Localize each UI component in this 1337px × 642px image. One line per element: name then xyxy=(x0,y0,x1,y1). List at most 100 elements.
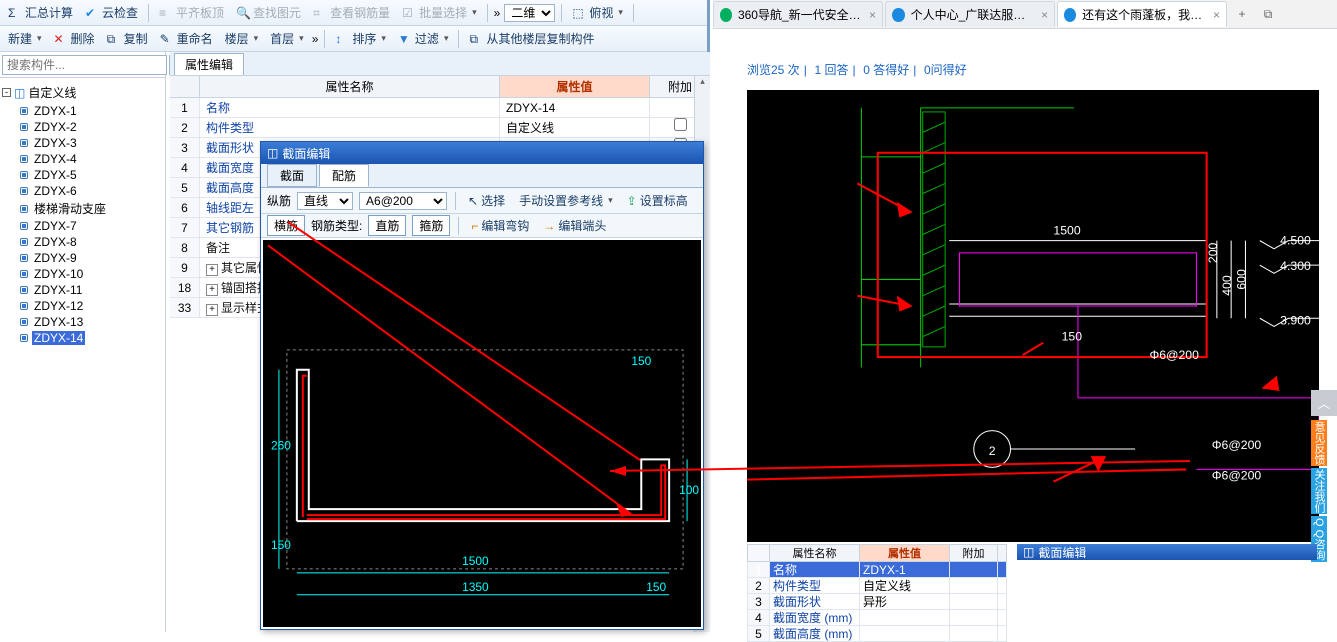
sum-calc-button[interactable]: Σ汇总计算 xyxy=(4,2,77,23)
mini-section-titlebar[interactable]: ◫ 截面编辑 xyxy=(1017,544,1317,560)
row-value[interactable]: 自定义线 xyxy=(500,118,650,137)
align-top-label: 平齐板顶 xyxy=(176,4,224,21)
mini-row[interactable]: 1名称ZDYX-1 xyxy=(747,562,1007,578)
tree-item[interactable]: ZDYX-4 xyxy=(20,151,163,167)
mini-row-val[interactable]: ZDYX-1 xyxy=(860,562,950,577)
tree-item[interactable]: ZDYX-11 xyxy=(20,282,163,298)
mini-row-name: 截面宽度 (mm) xyxy=(770,610,860,625)
align-top-button[interactable]: ≡平齐板顶 xyxy=(155,2,228,23)
rebar-spec-combo[interactable]: A6@200 xyxy=(359,192,447,210)
mini-row-add[interactable] xyxy=(950,610,998,625)
edit-end-button[interactable]: →编辑端头 xyxy=(539,215,610,236)
browser-tab-1[interactable]: 360导航_新一代安全上网… × xyxy=(713,1,883,27)
filter-button[interactable]: ▼过滤 xyxy=(394,28,453,49)
lookdown-label: 俯视 xyxy=(589,4,613,21)
straight-rebar-button[interactable]: 直筋 xyxy=(368,215,406,236)
copy-from-other-button[interactable]: ⧉从其他楼层复制构件 xyxy=(465,28,598,49)
line-icon: ◫ xyxy=(14,86,25,100)
close-icon[interactable]: × xyxy=(1041,8,1048,22)
mini-row-add[interactable] xyxy=(950,562,998,577)
property-row[interactable]: 2构件类型自定义线 xyxy=(170,118,710,138)
mini-row-val[interactable]: 异形 xyxy=(860,594,950,609)
tree-item[interactable]: ZDYX-5 xyxy=(20,167,163,183)
section-editor-titlebar[interactable]: ◫ 截面编辑 xyxy=(261,142,703,164)
cloud-check-button[interactable]: ✔云检查 xyxy=(81,2,142,23)
tree-item[interactable]: ZDYX-13 xyxy=(20,314,163,330)
tree-item-label: ZDYX-13 xyxy=(32,315,85,329)
copy-button[interactable]: ⧉复制 xyxy=(103,28,152,49)
tab-section[interactable]: 截面 xyxy=(267,164,317,187)
row-name: 名称 xyxy=(200,98,500,117)
tree-item[interactable]: ZDYX-3 xyxy=(20,135,163,151)
mini-row-add[interactable] xyxy=(950,578,998,593)
delete-button[interactable]: ✕删除 xyxy=(50,28,99,49)
collapse-icon[interactable]: - xyxy=(2,88,11,97)
sort-button[interactable]: ↕排序 xyxy=(331,28,390,49)
lookdown-button[interactable]: ⬚俯视 xyxy=(568,2,627,23)
sort-icon: ↕ xyxy=(335,32,349,46)
view-mode-combo[interactable]: 二维 xyxy=(504,4,555,22)
property-row[interactable]: 1名称ZDYX-14 xyxy=(170,98,710,118)
batch-select-button[interactable]: ☑批量选择 xyxy=(398,2,481,23)
floor-button[interactable]: 楼层 xyxy=(221,28,263,49)
addon-checkbox[interactable] xyxy=(674,118,687,131)
node-icon xyxy=(20,318,28,326)
expand-icon[interactable]: + xyxy=(206,284,218,296)
search-input[interactable] xyxy=(2,55,167,75)
browser-tabstrip: 360导航_新一代安全上网… × 个人中心_广联达服务新… × 还有这个雨蓬板，… xyxy=(713,0,1337,29)
mini-row[interactable]: 2构件类型自定义线 xyxy=(747,578,1007,594)
row-value[interactable]: ZDYX-14 xyxy=(500,98,650,117)
tree-item[interactable]: ZDYX-12 xyxy=(20,298,163,314)
tree-item[interactable]: ZDYX-1 xyxy=(20,103,163,119)
new-tab-button[interactable]: + xyxy=(1229,7,1255,21)
tree-item[interactable]: ZDYX-14 xyxy=(20,330,163,346)
tree-root[interactable]: - ◫ 自定义线 xyxy=(2,82,163,103)
feedback-chip[interactable]: 意见反馈 xyxy=(1311,420,1327,466)
mini-row[interactable]: 5截面高度 (mm) xyxy=(747,626,1007,642)
mini-row[interactable]: 4截面宽度 (mm) xyxy=(747,610,1007,626)
tree-item[interactable]: ZDYX-8 xyxy=(20,234,163,250)
section-canvas[interactable]: 260 150 1500 150 100 1350 150 xyxy=(263,240,701,627)
mini-row-val[interactable] xyxy=(860,610,950,625)
svg-text:150: 150 xyxy=(271,538,291,552)
row-number: 1 xyxy=(170,98,200,117)
manual-ref-button[interactable]: 手动设置参考线 xyxy=(515,190,617,211)
node-icon xyxy=(20,123,28,131)
hoop-rebar-button[interactable]: 箍筋 xyxy=(412,215,450,236)
line-type-combo[interactable]: 直线 xyxy=(297,192,353,210)
create-button[interactable]: 新建 xyxy=(4,28,46,49)
mini-row-val[interactable] xyxy=(860,626,950,641)
browser-tab-3[interactable]: 还有这个雨蓬板，我用自… × xyxy=(1057,1,1227,27)
mini-row-val[interactable]: 自定义线 xyxy=(860,578,950,593)
close-icon[interactable]: × xyxy=(869,8,876,22)
mini-row-add[interactable] xyxy=(950,626,998,641)
follow-chip[interactable]: 关注我们 xyxy=(1311,468,1327,514)
find-element-button[interactable]: 🔍查找图元 xyxy=(232,2,305,23)
hengtie-button[interactable]: 横筋 xyxy=(267,215,305,236)
tree-item[interactable]: ZDYX-7 xyxy=(20,218,163,234)
view-rebar-button[interactable]: ⌗查看钢筋量 xyxy=(309,2,394,23)
rename-button[interactable]: ✎重命名 xyxy=(156,28,217,49)
first-floor-button[interactable]: 首层 xyxy=(266,28,308,49)
expand-icon[interactable]: + xyxy=(206,304,218,316)
property-tab[interactable]: 属性编辑 xyxy=(174,53,244,75)
set-elevation-button[interactable]: ⇪设置标高 xyxy=(623,190,692,211)
mini-row-add[interactable] xyxy=(950,594,998,609)
edit-bend-button[interactable]: ⌐编辑弯钩 xyxy=(467,215,533,236)
mini-row[interactable]: 3截面形状异形 xyxy=(747,594,1007,610)
browser-pane: 360导航_新一代安全上网… × 个人中心_广联达服务新… × 还有这个雨蓬板，… xyxy=(713,0,1337,632)
close-icon[interactable]: × xyxy=(1213,8,1220,22)
tree-item[interactable]: ZDYX-10 xyxy=(20,266,163,282)
tree-item[interactable]: 楼梯滑动支座 xyxy=(20,199,163,218)
browser-tab-2[interactable]: 个人中心_广联达服务新… × xyxy=(885,1,1055,27)
cascade-icon[interactable]: ⧉ xyxy=(1255,7,1281,22)
expand-icon[interactable]: + xyxy=(206,264,218,276)
tree-item[interactable]: ZDYX-9 xyxy=(20,250,163,266)
tree-item[interactable]: ZDYX-2 xyxy=(20,119,163,135)
scroll-top-button[interactable]: ︿ xyxy=(1311,390,1337,416)
tree-item-label: ZDYX-1 xyxy=(32,104,79,118)
cloud-check-icon: ✔ xyxy=(85,6,99,20)
select-tool-button[interactable]: ↖选择 xyxy=(464,190,509,211)
tree-item[interactable]: ZDYX-6 xyxy=(20,183,163,199)
tab-rebar[interactable]: 配筋 xyxy=(319,164,369,187)
